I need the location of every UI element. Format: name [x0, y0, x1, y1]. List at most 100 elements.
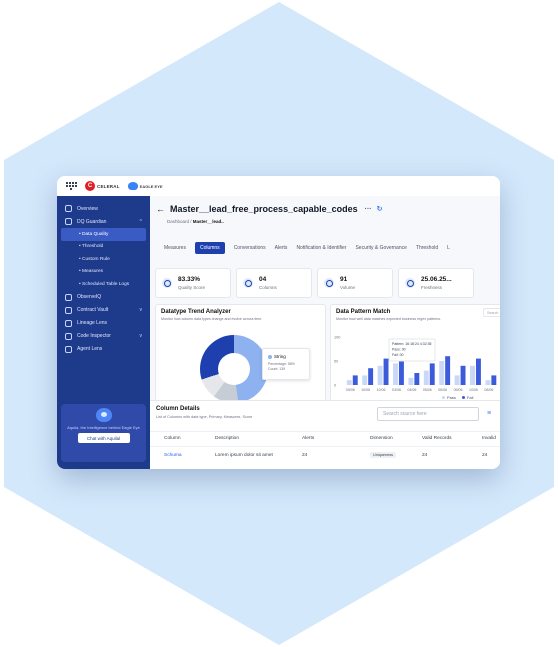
datatype-donut-chart[interactable] — [200, 335, 268, 403]
x-tick-label: 10/06 — [361, 388, 370, 392]
stat-freshness: 25.06.25... Freshness — [398, 268, 474, 298]
apps-grid-icon[interactable] — [65, 180, 77, 192]
pass-bar[interactable] — [377, 365, 383, 385]
sidebar-item-lineage-lens[interactable]: Lineage Lens — [57, 317, 150, 330]
pass-bar[interactable] — [439, 361, 445, 385]
data-pattern-panel: Data Pattern Match Monitor how well data… — [330, 304, 500, 402]
sidebar-subitem-threshold[interactable]: • Threshold — [57, 241, 150, 254]
aquila-promo: Aquila, the Intelligence behind Eagle Ey… — [61, 404, 146, 462]
sidebar-item-observeiq[interactable]: ObserveIQ — [57, 291, 150, 304]
fail-bar[interactable] — [460, 365, 466, 385]
sidebar-item-label: ObserveIQ — [77, 294, 102, 300]
header-alerts[interactable]: Alerts — [302, 436, 314, 441]
page-header: ← Master__lead_free_process_capable_code… — [156, 204, 383, 214]
fail-bar[interactable] — [475, 358, 481, 385]
header-valid-records[interactable]: Valid Records — [422, 436, 452, 441]
top-bar: C CELERAL EAGLE EYE — [57, 176, 500, 197]
fail-bar[interactable] — [383, 358, 389, 385]
tab-conversations[interactable]: Conversations — [234, 245, 266, 251]
header-column[interactable]: Column — [164, 436, 181, 441]
pass-bar[interactable] — [393, 363, 398, 385]
tab-more[interactable]: L — [447, 245, 450, 251]
sidebar-item-label: Agent Lens — [77, 346, 103, 352]
refresh-icon[interactable]: ↻ — [377, 205, 383, 213]
sidebar-item-agent-lens[interactable]: Agent Lens — [57, 343, 150, 356]
stat-label: Freshness — [421, 285, 443, 290]
header-dimension[interactable]: Dimension — [370, 436, 393, 441]
stats-row: 83.33% Quality Score 04 Columns 91 Volume 2… — [155, 268, 479, 298]
sidebar-item-overview[interactable]: Overview — [57, 202, 150, 215]
fail-bar[interactable] — [491, 375, 497, 385]
stat-columns: 04 Columns — [236, 268, 312, 298]
cell-alerts: 24 — [302, 453, 308, 458]
pass-bar[interactable] — [485, 380, 491, 385]
sidebar-subitem-custom-rule[interactable]: • Custom Rule — [57, 253, 150, 266]
sidebar-subitem-measures[interactable]: • Measures — [57, 266, 150, 279]
sidebar-subitem-scheduled-table-logs[interactable]: • Scheduled Table Logs — [57, 278, 150, 291]
chevron-down-icon: v — [139, 333, 143, 339]
volume-icon — [324, 278, 334, 288]
pass-bar[interactable] — [408, 377, 414, 385]
datatype-trend-panel: Datatype Trend Analyzer Monitor how colu… — [155, 304, 326, 403]
tooltip-line: Fail: 00 — [392, 353, 404, 357]
trend-subtitle: Monitor how column data types change and… — [161, 317, 263, 321]
pass-legend-dot — [442, 396, 445, 399]
x-tick-label: 05/06 — [423, 388, 432, 392]
pattern-bar-chart: 100 50 0 09/06 10/06 12/06 03/06 04/06 05/06 06/0… — [334, 336, 497, 392]
page-title: Master__lead_free_process_capable_codes — [170, 204, 358, 214]
columns-icon — [243, 278, 253, 288]
x-tick-label: 08/06 — [484, 388, 493, 392]
fail-bar[interactable] — [445, 356, 451, 385]
home-icon — [65, 205, 72, 212]
fail-bar[interactable] — [429, 363, 435, 385]
tab-alerts[interactable]: Alerts — [275, 245, 288, 251]
chevron-up-icon: ^ — [139, 218, 142, 225]
filter-icon[interactable]: ≡ — [487, 410, 491, 417]
eye-icon — [65, 293, 72, 301]
fail-bar[interactable] — [368, 368, 374, 385]
y-tick-label: 0 — [334, 384, 336, 388]
cell-column[interactable]: Schuma — [164, 453, 182, 458]
shield-icon — [65, 218, 72, 225]
header-invalid[interactable]: Invalid — [482, 436, 496, 441]
sidebar-item-dq-guardian[interactable]: DQ Guardian ^ — [57, 215, 150, 228]
fail-legend-dot — [461, 396, 465, 399]
x-tick-label: 04/06 — [407, 388, 416, 392]
main-content: ← Master__lead_free_process_capable_code… — [150, 196, 500, 469]
eagle-eye-logo: EAGLE EYE — [127, 182, 163, 190]
sidebar-item-code-inspector[interactable]: Code Inspector v — [57, 330, 150, 343]
pass-bar[interactable] — [346, 380, 352, 385]
table-row[interactable]: Schuma Lorem ipsum dolor sit amet 24 Uni… — [150, 449, 500, 463]
app-window: C CELERAL EAGLE EYE Overview DQ Guardian ^… — [57, 176, 500, 469]
sidebar-subitem-data-quality[interactable]: • Data Quality — [61, 228, 146, 241]
pass-bar[interactable] — [362, 375, 368, 385]
breadcrumb: Dashboard / Master__lead.. — [167, 219, 224, 224]
header-description[interactable]: Description — [215, 436, 239, 441]
stat-value: 83.33% — [178, 276, 201, 283]
tooltip-line1: Percentage: 58% — [268, 362, 295, 366]
fail-bar[interactable] — [414, 373, 420, 385]
search-input[interactable]: Search source here — [377, 407, 479, 421]
tab-measures[interactable]: Measures — [164, 245, 186, 251]
breadcrumb-current: Master__lead.. — [192, 219, 224, 224]
more-options-icon[interactable]: ··· — [365, 206, 372, 213]
fail-bar[interactable] — [352, 375, 358, 385]
stat-value: 91 — [340, 276, 348, 283]
pass-bar[interactable] — [454, 375, 460, 385]
back-arrow-icon[interactable]: ← — [156, 204, 165, 214]
tab-security-governance[interactable]: Security & Governance — [355, 245, 406, 251]
celeral-logo: C CELERAL — [85, 181, 120, 191]
lineage-icon — [65, 319, 72, 327]
chat-with-aquila-button[interactable]: Chat with Aquilal — [77, 433, 130, 443]
stat-value: 04 — [259, 276, 267, 283]
sidebar-item-contract-vault[interactable]: Contract Vault v — [57, 304, 150, 317]
tab-columns[interactable]: Columns — [194, 242, 225, 254]
pass-bar[interactable] — [470, 365, 475, 385]
breadcrumb-dashboard[interactable]: Dashboard — [167, 219, 189, 224]
tab-threshold[interactable]: Threshold — [416, 245, 438, 251]
x-tick-label: 10/06 — [469, 388, 478, 392]
trend-title: Datatype Trend Analyzer — [161, 309, 231, 315]
pass-bar[interactable] — [423, 370, 429, 385]
tab-notification-identifier[interactable]: Notification & Identifier — [296, 245, 346, 251]
sidebar-item-label: Code Inspector — [77, 333, 111, 339]
